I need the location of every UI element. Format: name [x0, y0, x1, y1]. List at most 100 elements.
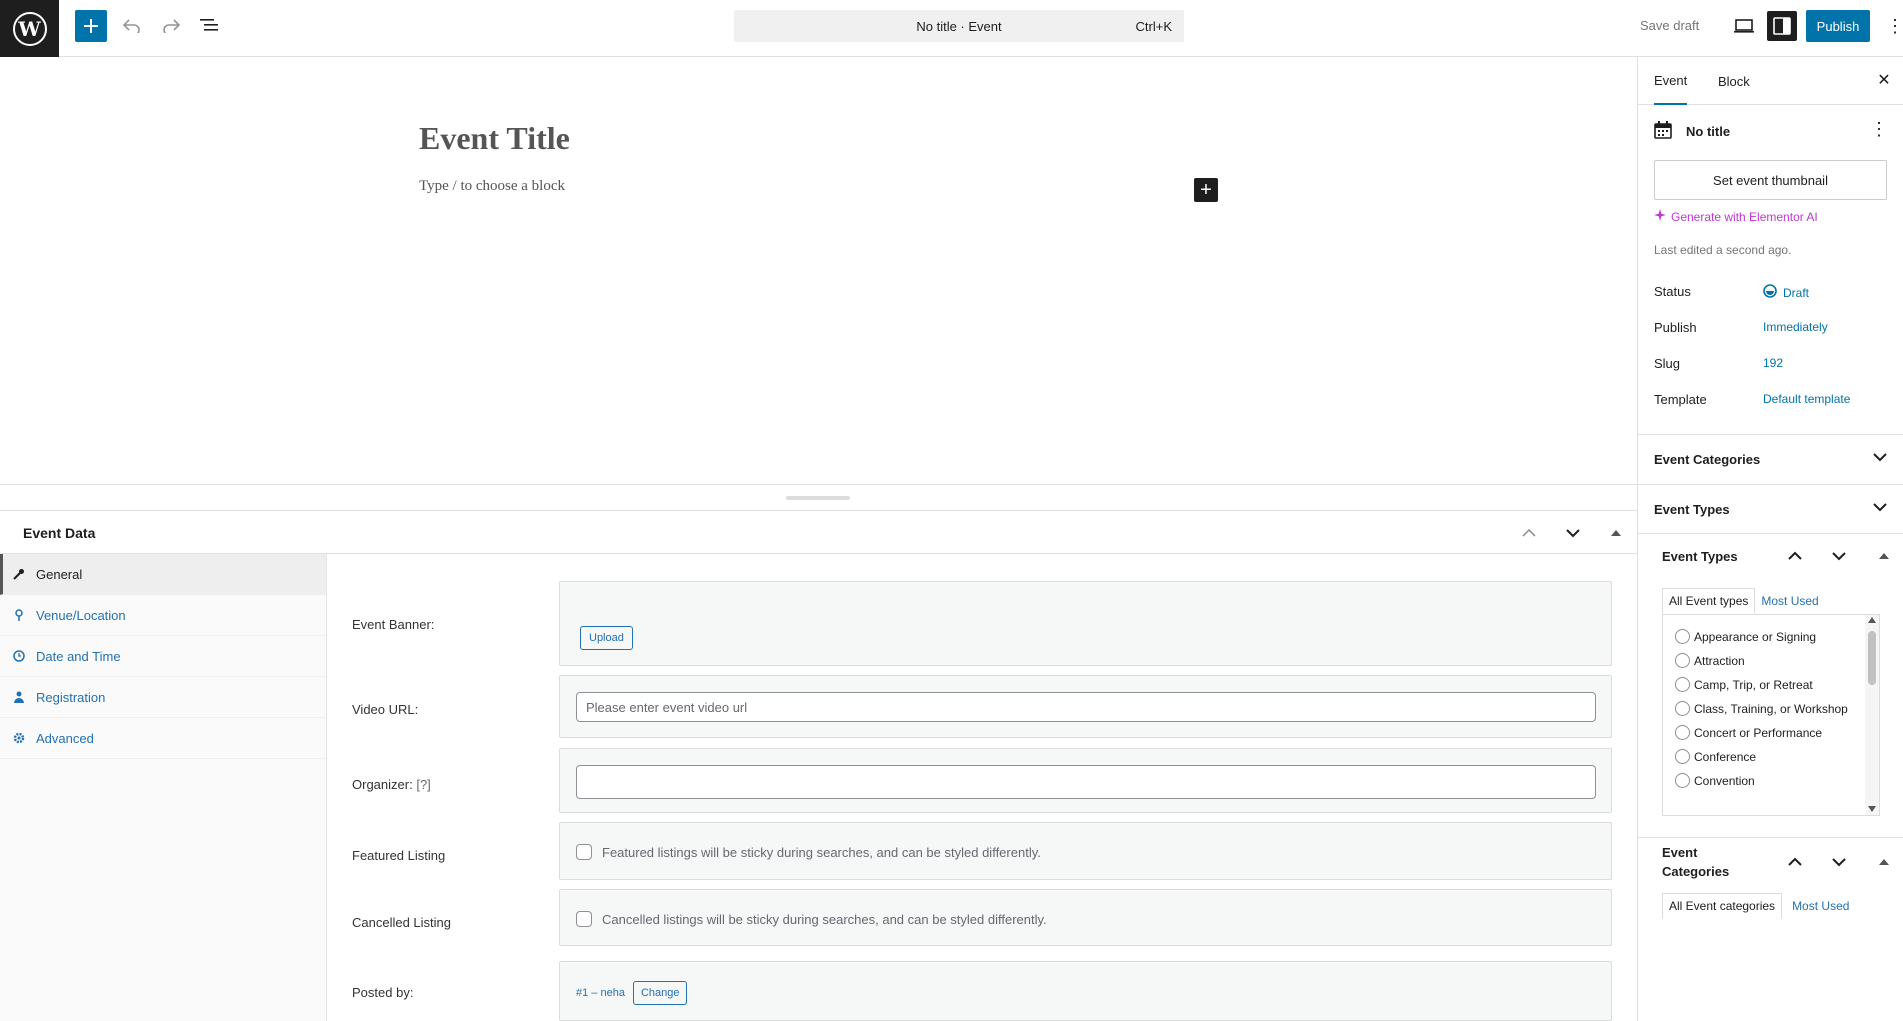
- chevron-up-icon: [1788, 857, 1802, 866]
- categories-move-down-button[interactable]: [1829, 852, 1849, 872]
- tab-general[interactable]: General: [0, 554, 326, 595]
- author-link[interactable]: #1 – neha: [576, 987, 625, 999]
- post-actions-button[interactable]: ⋮: [1870, 119, 1888, 140]
- radio-button[interactable]: [1675, 773, 1690, 788]
- generate-ai-link[interactable]: Generate with Elementor AI: [1654, 209, 1818, 224]
- vertical-ellipsis-icon: ⋮: [1886, 16, 1903, 36]
- panel-event-types[interactable]: Event Types: [1638, 484, 1903, 534]
- change-author-button[interactable]: Change: [632, 981, 688, 1005]
- caret-up-icon: [1611, 530, 1621, 536]
- block-inserter-button[interactable]: [75, 10, 107, 42]
- list-item[interactable]: Attraction: [1663, 649, 1879, 673]
- close-sidebar-button[interactable]: ✕: [1874, 71, 1894, 91]
- tab-most-used-categories[interactable]: Most Used: [1786, 893, 1855, 919]
- featured-listing-box: Featured listings will be sticky during …: [559, 822, 1612, 880]
- cancelled-listing-box: Cancelled listings will be sticky during…: [559, 889, 1612, 946]
- wordpress-icon: W: [12, 11, 47, 46]
- tab-block[interactable]: Block: [1718, 57, 1750, 105]
- cancelled-listing-description: Cancelled listings will be sticky during…: [602, 911, 1047, 927]
- scrollbar-thumb[interactable]: [1868, 631, 1876, 685]
- organizer-input[interactable]: [576, 765, 1596, 799]
- tab-advanced[interactable]: Advanced: [0, 718, 326, 759]
- settings-sidebar: Event Block ✕ No title ⋮ Set event thumb…: [1637, 57, 1903, 1021]
- tab-event[interactable]: Event: [1654, 57, 1688, 105]
- undo-icon: [123, 19, 140, 33]
- caret-up-icon: [1879, 859, 1889, 865]
- types-toggle-button[interactable]: [1874, 546, 1894, 566]
- event-categories-tabs: All Event categories Most Used: [1662, 893, 1855, 919]
- last-edited-text: Last edited a second ago.: [1654, 243, 1792, 257]
- wordpress-logo-button[interactable]: W: [0, 0, 59, 57]
- cancelled-listing-checkbox[interactable]: [576, 911, 592, 927]
- publish-value[interactable]: Immediately: [1763, 320, 1828, 334]
- list-item[interactable]: Appearance or Signing: [1663, 625, 1879, 649]
- organizer-box: [559, 748, 1612, 813]
- slug-value[interactable]: 192: [1763, 356, 1783, 370]
- metabox-header: Event Data: [0, 511, 1637, 554]
- video-url-input[interactable]: Please enter event video url: [576, 692, 1596, 722]
- set-thumbnail-button[interactable]: Set event thumbnail: [1654, 160, 1887, 200]
- editor-canvas: [0, 57, 1637, 484]
- sparkle-icon: [1654, 209, 1666, 224]
- types-move-down-button[interactable]: [1829, 546, 1849, 566]
- resize-handle[interactable]: [786, 496, 850, 500]
- move-down-button[interactable]: [1561, 521, 1585, 545]
- post-title-field[interactable]: Event Title: [419, 120, 570, 157]
- item-label: Attraction: [1694, 654, 1745, 668]
- radio-button[interactable]: [1675, 677, 1690, 692]
- radio-button[interactable]: [1675, 725, 1690, 740]
- tab-all-event-categories[interactable]: All Event categories: [1662, 893, 1783, 919]
- undo-button[interactable]: [118, 10, 146, 42]
- radio-button[interactable]: [1675, 701, 1690, 716]
- list-item[interactable]: Class, Training, or Workshop: [1663, 697, 1879, 721]
- types-move-up-button[interactable]: [1785, 546, 1805, 566]
- settings-toggle-button[interactable]: [1767, 11, 1797, 41]
- block-appender-placeholder[interactable]: Type / to choose a block: [419, 178, 565, 195]
- upload-button[interactable]: Upload: [580, 626, 633, 650]
- template-row: Template Default template: [1654, 390, 1886, 410]
- radio-button[interactable]: [1675, 653, 1690, 668]
- template-value[interactable]: Default template: [1763, 392, 1850, 406]
- move-up-button[interactable]: [1517, 521, 1541, 545]
- toggle-panel-button[interactable]: [1604, 521, 1628, 545]
- list-scrollbar[interactable]: [1865, 615, 1879, 815]
- tab-date-and-time[interactable]: Date and Time: [0, 636, 326, 677]
- scroll-down-arrow-icon[interactable]: [1868, 806, 1876, 812]
- radio-button[interactable]: [1675, 749, 1690, 764]
- list-item[interactable]: Camp, Trip, or Retreat: [1663, 673, 1879, 697]
- status-value[interactable]: Draft: [1763, 284, 1809, 301]
- post-card-title: No title: [1686, 124, 1731, 139]
- document-overview-button[interactable]: [196, 10, 224, 42]
- tab-registration[interactable]: Registration: [0, 677, 326, 718]
- plus-icon: [84, 19, 98, 33]
- options-menu-button[interactable]: ⋮: [1886, 14, 1903, 38]
- organizer-help-link[interactable]: [?]: [416, 777, 430, 792]
- panel-event-categories[interactable]: Event Categories: [1638, 434, 1903, 484]
- tab-venue-location[interactable]: Venue/Location: [0, 595, 326, 636]
- tab-all-event-types[interactable]: All Event types: [1662, 588, 1756, 614]
- list-item[interactable]: Concert or Performance: [1663, 721, 1879, 745]
- metabox-resize-bar[interactable]: [0, 484, 1637, 511]
- save-draft-button[interactable]: Save draft: [1640, 18, 1699, 33]
- categories-move-up-button[interactable]: [1785, 852, 1805, 872]
- publish-label: Publish: [1654, 320, 1697, 335]
- sidebar-icon: [1773, 17, 1791, 35]
- divider: [1638, 837, 1903, 838]
- scroll-up-arrow-icon[interactable]: [1868, 617, 1876, 623]
- cancelled-listing-row: Cancelled listings will be sticky during…: [576, 911, 1047, 927]
- draft-status-icon: [1763, 284, 1777, 301]
- list-item[interactable]: Convention: [1663, 769, 1879, 793]
- preview-button[interactable]: [1730, 12, 1758, 40]
- event-types-items: Appearance or Signing Attraction Camp, T…: [1663, 615, 1879, 793]
- vertical-ellipsis-icon: ⋮: [1870, 119, 1888, 139]
- radio-button[interactable]: [1675, 629, 1690, 644]
- publish-button[interactable]: Publish: [1806, 10, 1870, 42]
- inline-add-block-button[interactable]: +: [1194, 178, 1218, 202]
- tab-most-used-types[interactable]: Most Used: [1755, 588, 1824, 614]
- list-item[interactable]: Conference: [1663, 745, 1879, 769]
- command-palette-bar[interactable]: No title · Event Ctrl+K: [734, 10, 1184, 42]
- redo-button[interactable]: [157, 10, 185, 42]
- categories-toggle-button[interactable]: [1874, 852, 1894, 872]
- chevron-down-icon: [1566, 529, 1580, 538]
- featured-listing-checkbox[interactable]: [576, 844, 592, 860]
